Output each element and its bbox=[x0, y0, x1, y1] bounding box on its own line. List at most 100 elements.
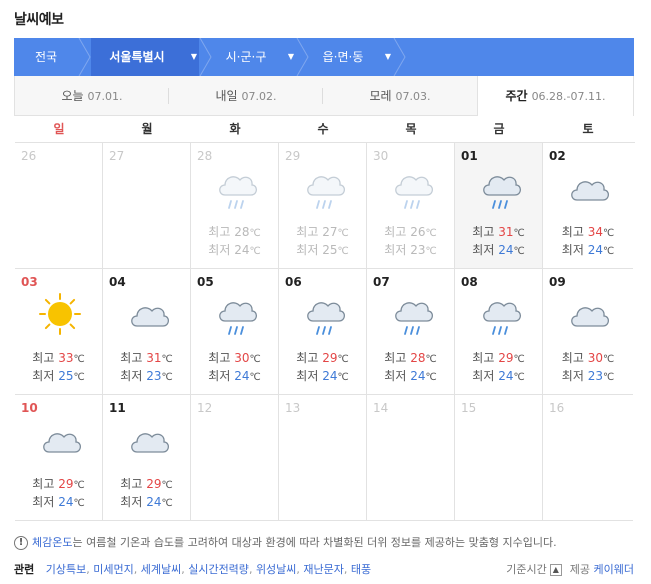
tab-day-after[interactable]: 모레 07.03. bbox=[323, 76, 477, 115]
tab-date: 07.03. bbox=[395, 90, 431, 103]
cloud-icon bbox=[571, 307, 610, 327]
temp-unit: ℃ bbox=[425, 228, 437, 239]
low-label: 최저 bbox=[208, 243, 231, 257]
related-link[interactable]: 미세먼지 bbox=[93, 563, 133, 576]
low-temp: 최저 24℃ bbox=[455, 241, 542, 258]
related-link[interactable]: 기상특보 bbox=[46, 563, 86, 576]
day-date: 03 bbox=[21, 275, 38, 289]
temp-unit: ℃ bbox=[73, 480, 85, 491]
high-temp: 최고 29℃ bbox=[279, 349, 366, 366]
high-value: 29 bbox=[146, 477, 162, 491]
day-cell[interactable]: 01 최고 31℃ 최저 24℃ bbox=[455, 143, 543, 269]
day-cell[interactable]: 08 최고 29℃ 최저 24℃ bbox=[455, 269, 543, 395]
rain-cloud-icon bbox=[307, 176, 346, 209]
low-temp: 최저 24℃ bbox=[279, 367, 366, 384]
low-value: 24 bbox=[498, 243, 514, 257]
related-link[interactable]: 위성날씨 bbox=[256, 563, 296, 576]
low-temp: 최저 23℃ bbox=[103, 367, 190, 384]
chevron-up-icon[interactable]: ▲ bbox=[549, 564, 562, 576]
low-temp: 최저 25℃ bbox=[279, 241, 366, 258]
day-date: 11 bbox=[109, 401, 126, 415]
temp-unit: ℃ bbox=[425, 354, 437, 365]
location-nation[interactable]: 전국 bbox=[14, 38, 78, 76]
low-value: 24 bbox=[234, 243, 250, 257]
high-label: 최고 bbox=[120, 351, 143, 365]
tab-today[interactable]: 오늘 07.01. bbox=[15, 76, 169, 115]
temp-unit: ℃ bbox=[602, 372, 615, 383]
low-temp: 최저 25℃ bbox=[15, 367, 102, 384]
low-value: 23 bbox=[146, 369, 162, 383]
location-nav: 전국 서울특별시 ▼ 시·군·구 ▼ 읍·면·동 ▼ bbox=[14, 38, 634, 76]
sun-icon bbox=[39, 293, 81, 335]
day-cell[interactable]: 05 최고 30℃ 최저 24℃ bbox=[191, 269, 279, 395]
cloud-icon bbox=[131, 433, 170, 453]
day-cell[interactable]: 02 최고 34℃ 최저 24℃ bbox=[543, 143, 633, 269]
related-links: 관련 기상특보, 미세먼지, 세계날씨, 실시간전력량, 위성날씨, 재난문자,… bbox=[14, 561, 371, 577]
provider-label: 제공 bbox=[569, 563, 591, 576]
day-cell[interactable]: 11 최고 29℃ 최저 24℃ bbox=[103, 395, 191, 521]
high-value: 31 bbox=[498, 225, 514, 239]
day-date: 02 bbox=[549, 149, 566, 163]
day-cell[interactable]: 30 최고 26℃ 최저 23℃ bbox=[367, 143, 455, 269]
related-link[interactable]: 실시간전력량 bbox=[188, 563, 249, 576]
separator: , bbox=[248, 563, 256, 576]
day-cell[interactable]: 16 bbox=[543, 395, 633, 521]
rain-cloud-icon bbox=[307, 302, 346, 335]
rain-cloud-icon bbox=[483, 302, 522, 335]
tab-date: 06.28.-07.11. bbox=[531, 90, 606, 103]
tab-weekly[interactable]: 주간 06.28.-07.11. bbox=[477, 76, 633, 116]
breadcrumb-arrow-icon bbox=[393, 38, 406, 76]
day-date: 07 bbox=[373, 275, 390, 289]
temp-unit: ℃ bbox=[73, 354, 85, 365]
notice-text: 는 여름철 기온과 습도를 고려하여 대상과 환경에 따라 차별화된 더위 정보… bbox=[72, 536, 557, 549]
location-district-dropdown[interactable]: 시·군·구 ▼ bbox=[212, 38, 296, 76]
low-label: 최저 bbox=[296, 369, 319, 383]
day-cell[interactable]: 10 최고 29℃ 최저 24℃ bbox=[15, 395, 103, 521]
high-temp: 최고 30℃ bbox=[543, 349, 633, 366]
high-value: 29 bbox=[498, 351, 514, 365]
day-date: 06 bbox=[285, 275, 302, 289]
day-cell[interactable]: 04 최고 31℃ 최저 23℃ bbox=[103, 269, 191, 395]
notice-term[interactable]: 체감온도 bbox=[32, 536, 72, 549]
day-cell[interactable]: 27 bbox=[103, 143, 191, 269]
related-link[interactable]: 세계날씨 bbox=[141, 563, 181, 576]
high-label: 최고 bbox=[296, 351, 319, 365]
location-city-dropdown[interactable]: 서울특별시 ▼ bbox=[91, 38, 199, 76]
day-cell[interactable]: 09 최고 30℃ 최저 23℃ bbox=[543, 269, 633, 395]
provider-link[interactable]: 케이웨더 bbox=[594, 563, 634, 576]
day-cell[interactable]: 14 bbox=[367, 395, 455, 521]
high-temp: 최고 34℃ bbox=[543, 223, 633, 240]
high-value: 31 bbox=[146, 351, 162, 365]
weekday-label: 목 bbox=[405, 122, 417, 136]
high-temp: 최고 29℃ bbox=[15, 475, 102, 492]
low-label: 최저 bbox=[561, 243, 584, 257]
day-cell[interactable]: 06 최고 29℃ 최저 24℃ bbox=[279, 269, 367, 395]
day-cell[interactable]: 13 bbox=[279, 395, 367, 521]
weekday-label: 토 bbox=[582, 122, 594, 136]
day-cell[interactable]: 28 최고 28℃ 최저 24℃ bbox=[191, 143, 279, 269]
low-label: 최저 bbox=[384, 243, 407, 257]
day-date: 01 bbox=[461, 149, 478, 163]
low-label: 최저 bbox=[32, 369, 55, 383]
high-label: 최고 bbox=[472, 351, 495, 365]
day-cell[interactable]: 07 최고 28℃ 최저 24℃ bbox=[367, 269, 455, 395]
low-value: 24 bbox=[322, 369, 338, 383]
high-value: 26 bbox=[410, 225, 426, 239]
low-label: 최저 bbox=[561, 369, 584, 383]
related-link[interactable]: 재난문자 bbox=[303, 563, 343, 576]
day-cell[interactable]: 26 bbox=[15, 143, 103, 269]
day-cell[interactable]: 15 bbox=[455, 395, 543, 521]
high-value: 27 bbox=[322, 225, 338, 239]
high-value: 29 bbox=[322, 351, 338, 365]
low-value: 25 bbox=[58, 369, 74, 383]
weekday-header: 일 월 화 수 목 금 토 bbox=[15, 116, 635, 143]
base-time-label[interactable]: 기준시간 bbox=[506, 563, 546, 576]
related-link[interactable]: 태풍 bbox=[351, 563, 371, 576]
tab-tomorrow[interactable]: 내일 07.02. bbox=[169, 76, 323, 115]
day-cell[interactable]: 12 bbox=[191, 395, 279, 521]
weekday-label: 일 bbox=[53, 122, 65, 136]
location-town-dropdown[interactable]: 읍·면·동 ▼ bbox=[309, 38, 393, 76]
temp-unit: ℃ bbox=[337, 246, 349, 257]
day-cell[interactable]: 29 최고 27℃ 최저 25℃ bbox=[279, 143, 367, 269]
day-cell[interactable]: 03 최고 33℃ 최저 25℃ bbox=[15, 269, 103, 395]
